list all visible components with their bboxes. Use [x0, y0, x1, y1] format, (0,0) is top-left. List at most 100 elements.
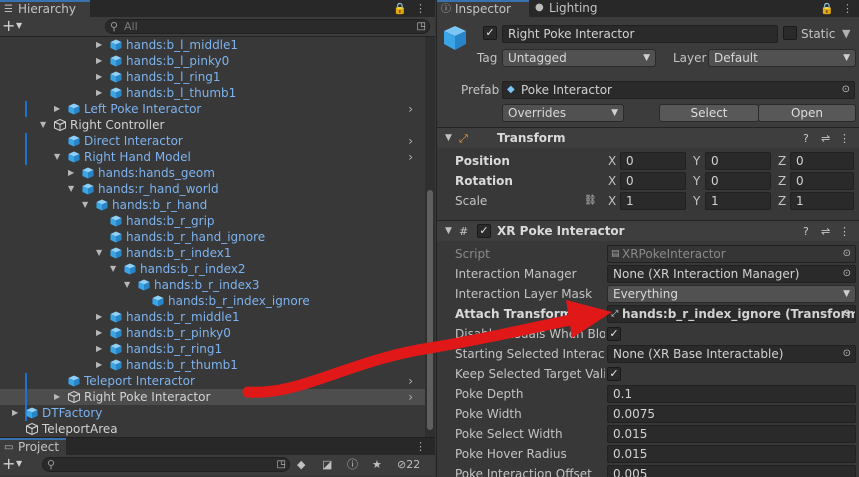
help-icon[interactable]: ?	[803, 221, 809, 242]
search-input[interactable]: ⚲ All ◳	[105, 19, 430, 34]
lock-icon[interactable]: 🔒	[393, 0, 407, 17]
open-button[interactable]: Open	[758, 104, 856, 122]
position-z-field[interactable]: 0	[790, 152, 854, 170]
chevron-down-icon[interactable]: ▼	[68, 181, 78, 197]
hierarchy-row[interactable]: ▶ hands:hands_geom	[0, 165, 425, 181]
rotation-z-field[interactable]: 0	[790, 172, 854, 190]
scale-y-field[interactable]: 1	[705, 192, 771, 210]
open-prefab-icon[interactable]: ›	[408, 149, 413, 165]
scrollbar-thumb[interactable]	[427, 190, 433, 430]
hierarchy-row[interactable]: ▶ hands:b_r_thumb1	[0, 357, 425, 373]
open-prefab-icon[interactable]: ›	[408, 133, 413, 149]
position-y-field[interactable]: 0	[705, 152, 771, 170]
tag-dropdown[interactable]: Untagged ▼	[502, 49, 656, 67]
scale-x-field[interactable]: 1	[620, 192, 686, 210]
chevron-right-icon[interactable]: ▶	[96, 69, 106, 85]
object-picker-icon[interactable]: ⊙	[843, 246, 851, 262]
presets-icon[interactable]: ⇌	[821, 221, 830, 242]
chevron-down-icon[interactable]: ▼	[82, 197, 92, 213]
chevron-right-icon[interactable]: ▶	[54, 389, 64, 405]
presets-icon[interactable]: ⇌	[821, 128, 830, 149]
search-options-icon[interactable]: ◳	[417, 20, 426, 33]
select-button[interactable]: Select	[659, 104, 759, 122]
poke-checkbox[interactable]: ✓	[607, 327, 621, 341]
help-icon[interactable]: ?	[803, 128, 809, 149]
static-dropdown-icon[interactable]: ▼	[842, 25, 850, 43]
inspector-scrollbar[interactable]	[852, 258, 859, 477]
chevron-right-icon[interactable]: ▶	[68, 165, 78, 181]
kebab-menu-icon[interactable]: ⋮	[415, 438, 426, 455]
object-picker-icon[interactable]: ⊙	[843, 266, 851, 282]
position-x-field[interactable]: 0	[620, 152, 686, 170]
poke-field-value[interactable]: None (XR Base Interactable) ⊙	[607, 345, 856, 363]
project-search-input[interactable]: ⚲ ◳	[42, 457, 290, 472]
chevron-right-icon[interactable]: ▶	[96, 309, 106, 325]
hierarchy-row[interactable]: ▶ hands:b_l_pinky0	[0, 53, 425, 69]
static-checkbox[interactable]	[783, 26, 797, 40]
chevron-down-icon[interactable]: ▼	[124, 277, 134, 293]
object-picker-icon[interactable]: ⊙	[843, 346, 851, 362]
star-icon[interactable]: ★	[372, 458, 382, 472]
open-prefab-icon[interactable]: ›	[408, 389, 413, 405]
hierarchy-row[interactable]: hands:b_r_hand_ignore	[0, 229, 425, 245]
prefab-asset-field[interactable]: ◆ Poke Interactor ⊙	[502, 81, 855, 99]
rotation-x-field[interactable]: 0	[620, 172, 686, 190]
poke-field-value[interactable]: 0.015	[607, 445, 856, 463]
hidden-packages-icon[interactable]: ⊘22	[397, 458, 420, 472]
hierarchy-row[interactable]: ▶ Left Poke Interactor ›	[0, 101, 425, 117]
lock-icon[interactable]: 🔒	[820, 0, 834, 17]
kebab-menu-icon[interactable]: ⋮	[839, 128, 850, 149]
tab-hierarchy[interactable]: ☰ Hierarchy	[0, 0, 90, 17]
object-picker-icon[interactable]: ⊙	[842, 82, 850, 98]
hierarchy-row[interactable]: Direct Interactor ›	[0, 133, 425, 149]
tab-inspector[interactable]: ⓘ Inspector	[437, 0, 529, 17]
chevron-right-icon[interactable]: ▶	[96, 85, 106, 101]
chevron-down-icon[interactable]: ▼	[96, 245, 106, 261]
chevron-right-icon[interactable]: ▶	[12, 405, 22, 421]
hierarchy-row[interactable]: TeleportArea	[0, 421, 425, 437]
hierarchy-row[interactable]: ▼ Right Hand Model ›	[0, 149, 425, 165]
constrain-proportions-icon[interactable]: ⛓	[584, 192, 597, 210]
warning-icon[interactable]: ⓘ	[347, 458, 358, 472]
hierarchy-row[interactable]: ▼ hands:b_r_index2	[0, 261, 425, 277]
active-checkbox[interactable]: ✓	[483, 26, 497, 40]
kebab-menu-icon[interactable]: ⋮	[839, 221, 850, 242]
hierarchy-row[interactable]: ▼ Right Controller	[0, 117, 425, 133]
poke-field-value[interactable]: 0.1	[607, 385, 856, 403]
hierarchy-row[interactable]: ▶ hands:b_r_ring1	[0, 341, 425, 357]
rotation-y-field[interactable]: 0	[705, 172, 771, 190]
layer-dropdown[interactable]: Default ▼	[708, 49, 856, 67]
filter-by-label-icon[interactable]: ◪	[322, 458, 332, 472]
chevron-right-icon[interactable]: ▶	[54, 101, 64, 117]
chevron-down-icon[interactable]: ▼	[110, 261, 120, 277]
hierarchy-row[interactable]: ▶ hands:b_l_ring1	[0, 69, 425, 85]
open-prefab-icon[interactable]: ›	[408, 373, 413, 389]
scale-z-field[interactable]: 1	[790, 192, 854, 210]
create-button[interactable]: + ▼	[2, 17, 30, 37]
transform-header[interactable]: ▼ ⤢ Transform ? ⇌ ⋮	[437, 127, 859, 148]
hierarchy-row[interactable]: ▶ hands:b_r_pinky0	[0, 325, 425, 341]
poke-field-value[interactable]: 0.015	[607, 425, 856, 443]
object-picker-icon[interactable]: ⊙	[843, 306, 851, 322]
hierarchy-scrollbar[interactable]	[425, 37, 435, 437]
tab-lighting[interactable]: ● Lighting	[531, 0, 611, 17]
poke-field-value[interactable]: 0.005	[607, 465, 856, 477]
foldout-arrow-icon[interactable]: ▼	[445, 221, 452, 242]
hierarchy-row[interactable]: ▶ hands:b_r_middle1	[0, 309, 425, 325]
open-prefab-icon[interactable]: ›	[408, 101, 413, 117]
chevron-right-icon[interactable]: ▶	[96, 357, 106, 373]
search-options-icon[interactable]: ◳	[277, 458, 286, 471]
hierarchy-row[interactable]: ▶ hands:b_l_thumb1	[0, 85, 425, 101]
layer-mask-dropdown[interactable]: Everything ▼	[607, 285, 856, 303]
hierarchy-row[interactable]: ▶ hands:b_l_middle1	[0, 37, 425, 53]
xr-poke-interactor-header[interactable]: ▼ # ✓ XR Poke Interactor ? ⇌ ⋮	[437, 220, 859, 241]
chevron-right-icon[interactable]: ▶	[96, 37, 106, 53]
poke-field-value[interactable]: None (XR Interaction Manager) ⊙	[607, 265, 856, 283]
poke-checkbox[interactable]: ✓	[607, 367, 621, 381]
chevron-right-icon[interactable]: ▶	[96, 341, 106, 357]
create-asset-button[interactable]: + ▼	[2, 455, 30, 475]
poke-field-value[interactable]: 0.0075	[607, 405, 856, 423]
hierarchy-row[interactable]: hands:b_r_grip	[0, 213, 425, 229]
hierarchy-row[interactable]: ▼ hands:r_hand_world	[0, 181, 425, 197]
chevron-right-icon[interactable]: ▶	[96, 325, 106, 341]
